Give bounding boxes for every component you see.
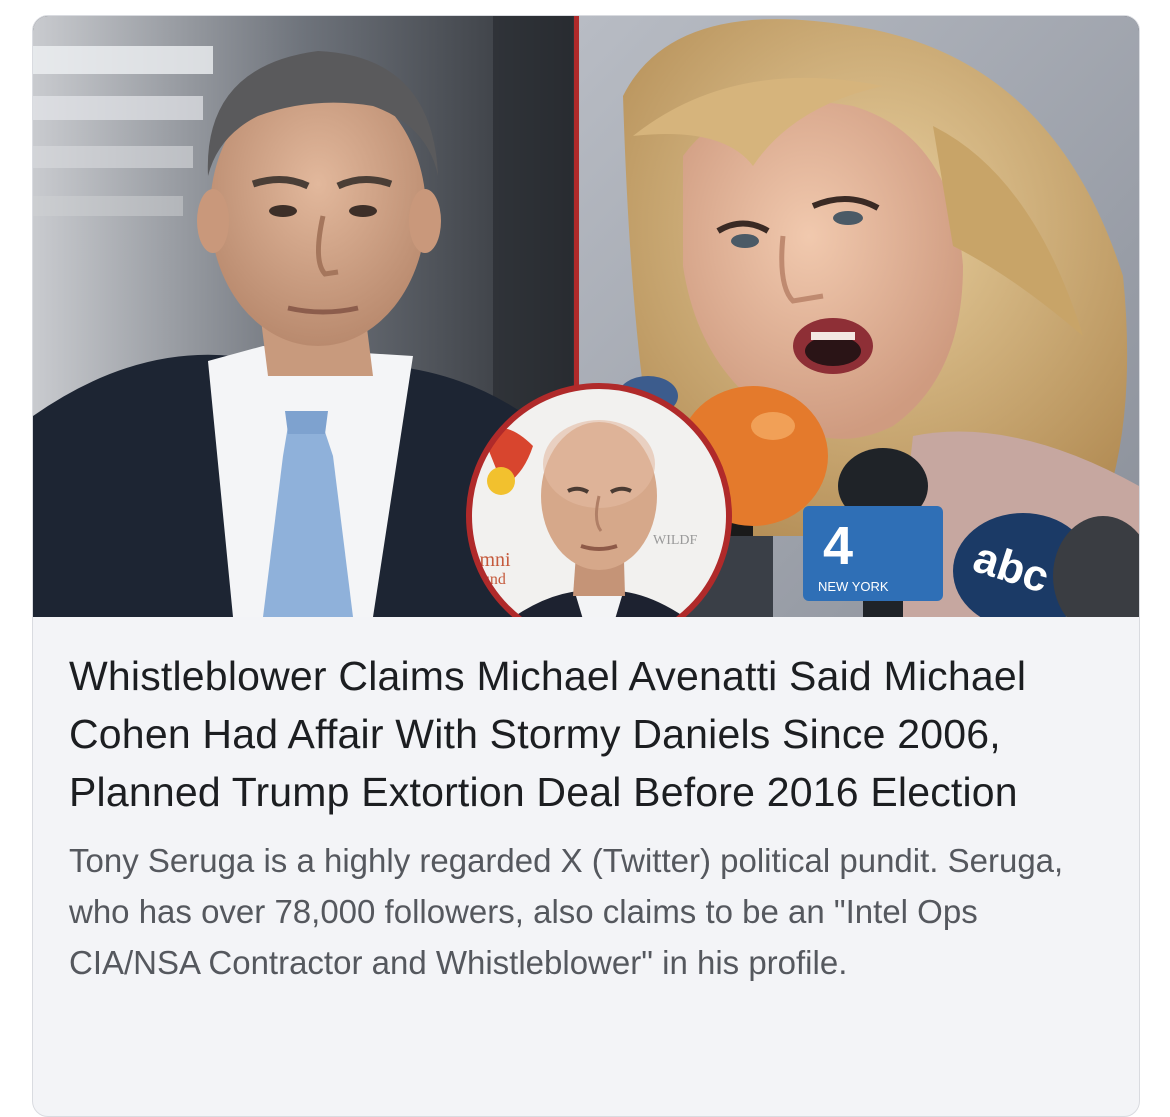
preview-image[interactable]: 4 NEW YORK abc Omni Found WILDF	[33, 16, 1139, 617]
preview-text[interactable]: Whistleblower Claims Michael Avenatti Sa…	[33, 617, 1139, 988]
article-description: Tony Seruga is a highly regarded X (Twit…	[69, 842, 1064, 981]
mic-flag-newyork: NEW YORK	[818, 579, 889, 594]
mic-flag-4: 4	[823, 516, 853, 576]
inset-backdrop-text-3: WILDF	[653, 533, 698, 548]
link-preview-card[interactable]: 4 NEW YORK abc Omni Found WILDF	[32, 15, 1140, 1117]
article-headline[interactable]: Whistleblower Claims Michael Avenatti Sa…	[69, 647, 1103, 821]
